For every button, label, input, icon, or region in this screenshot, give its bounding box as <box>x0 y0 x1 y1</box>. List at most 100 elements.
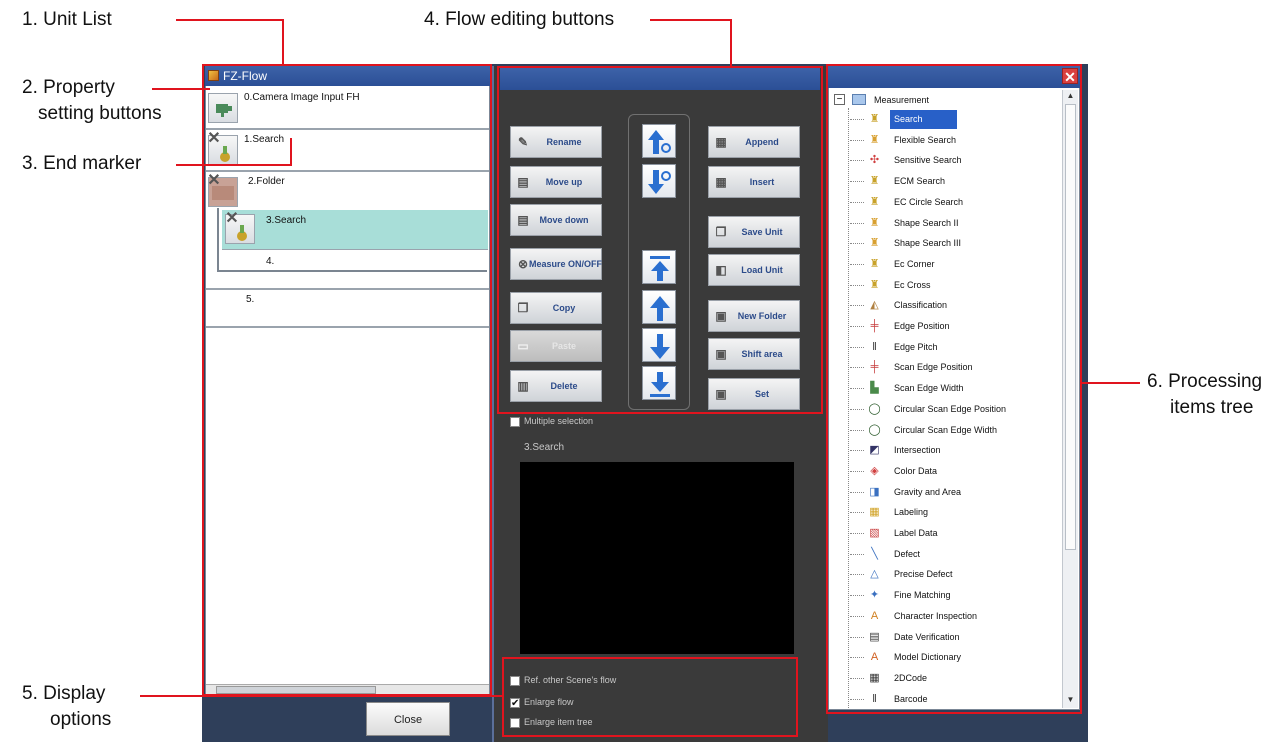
tree-item-icon: ▧ <box>869 527 880 539</box>
tree-item[interactable]: ◯ Circular Scan Edge Width <box>850 421 1058 440</box>
vertical-scrollbar[interactable]: ▲ ▼ <box>1062 90 1078 708</box>
tree-item[interactable]: ◩ Intersection <box>850 441 1058 460</box>
tree-item[interactable]: ‖ Barcode <box>850 690 1058 709</box>
tree-item[interactable]: ✣ Sensitive Search <box>850 151 1058 170</box>
tree-item[interactable]: ‖ Edge Pitch <box>850 338 1058 357</box>
tree-connector <box>850 574 864 576</box>
load-unit-button[interactable]: ◧ Load Unit <box>708 254 800 286</box>
multiple-selection-checkbox[interactable] <box>510 417 520 427</box>
tree-item[interactable]: ╪ Scan Edge Position <box>850 358 1058 377</box>
move-up-arrow-button[interactable] <box>642 290 676 324</box>
move-down-button[interactable]: ▤ Move down <box>510 204 602 236</box>
tree-item[interactable]: ◨ Gravity and Area <box>850 483 1058 502</box>
tree-item-icon: ♜ <box>869 195 880 208</box>
move-to-bottom-button[interactable] <box>642 366 676 400</box>
save-unit-button[interactable]: ❐ Save Unit <box>708 216 800 248</box>
paste-button[interactable]: ▭ Paste <box>510 330 602 362</box>
save-unit-icon: ❐ <box>715 225 727 239</box>
tree-item[interactable]: ╪ Edge Position <box>850 317 1058 336</box>
horizontal-scrollbar[interactable] <box>206 684 489 695</box>
enlarge-item-tree-checkbox[interactable] <box>510 718 520 728</box>
tree-item[interactable]: ◭ Classification <box>850 296 1058 315</box>
tree-item[interactable]: ♜ Shape Search II <box>850 214 1058 233</box>
tree-item[interactable]: ╲ Defect <box>850 545 1058 564</box>
delete-button[interactable]: ▥ Delete <box>510 370 602 402</box>
copy-button[interactable]: ❐ Copy <box>510 292 602 324</box>
unit-row-0[interactable]: 0.Camera Image Input FH <box>206 88 489 130</box>
tree-item-icon: ‖ <box>872 340 877 353</box>
move-down-arrow-button[interactable] <box>642 328 676 362</box>
tree-item[interactable]: A Model Dictionary <box>850 648 1058 667</box>
collapse-icon[interactable]: − <box>834 94 845 105</box>
tree-item[interactable]: ♜ Shape Search III <box>850 234 1058 253</box>
scroll-up-icon[interactable]: ▲ <box>1064 90 1077 102</box>
scrollbar-thumb[interactable] <box>216 686 376 694</box>
tree-item[interactable]: ▙ Scan Edge Width <box>850 379 1058 398</box>
tree-item[interactable]: △ Precise Defect <box>850 565 1058 584</box>
tree-item[interactable]: ◯ Circular Scan Edge Position <box>850 400 1058 419</box>
tree-item[interactable]: ▦ Labeling <box>850 503 1058 522</box>
append-button[interactable]: ▦ Append <box>708 126 800 158</box>
tree-item-label: Sensitive Search <box>894 155 962 166</box>
tree-item[interactable]: ▧ Label Data <box>850 524 1058 543</box>
close-button[interactable]: Close <box>366 702 450 736</box>
tree-item-label: Edge Pitch <box>894 341 938 352</box>
tree-connector <box>850 263 864 266</box>
tree-item-icon: ◭ <box>870 299 879 312</box>
tree-connector <box>850 326 864 328</box>
tree-item[interactable]: ♜ Search <box>850 110 1058 129</box>
callout-unit-list: 1. Unit List <box>22 9 112 30</box>
tree-item[interactable]: ♜ Flexible Search <box>850 131 1058 150</box>
tree-connector <box>850 450 864 452</box>
insert-icon: ▦ <box>715 175 727 189</box>
set-button[interactable]: ▣ Set <box>708 378 800 410</box>
tree-item[interactable]: A Character Inspection <box>850 607 1058 626</box>
tree-item[interactable]: ✦ Fine Matching <box>850 586 1058 605</box>
move-up-button[interactable]: ▤ Move up <box>510 166 602 198</box>
close-icon[interactable]: ✕ <box>1062 68 1078 85</box>
shift-area-button[interactable]: ▣ Shift area <box>708 338 800 370</box>
folder-icon <box>852 94 866 105</box>
tree-item-label: Color Data <box>894 465 938 476</box>
end-marker-icon[interactable]: ✕ <box>224 211 240 227</box>
tree-item[interactable]: ♜ EC Circle Search <box>850 193 1058 212</box>
ref-other-scene-checkbox[interactable] <box>510 676 520 686</box>
unit-row-3-selected[interactable]: ✕ 3.Search <box>222 210 488 250</box>
search-down-button[interactable] <box>642 164 676 198</box>
enlarge-flow-label: Enlarge flow <box>524 697 574 707</box>
tree-item[interactable]: ▦ 2DCode <box>850 669 1058 688</box>
tree-connector <box>850 160 864 162</box>
insert-button[interactable]: ▦ Insert <box>708 166 800 198</box>
copy-icon: ❐ <box>517 301 529 315</box>
tree-item[interactable]: ♜ Ec Corner <box>850 255 1058 274</box>
end-marker-icon[interactable]: ✕ <box>206 131 222 147</box>
measure-off-icon: ⊗ <box>517 257 529 271</box>
folder-bracket <box>217 208 219 270</box>
measure-onoff-button[interactable]: ⊗ Measure ON/OFF <box>510 248 602 280</box>
tree-item[interactable]: ▤ Date Verification <box>850 628 1058 647</box>
ref-other-scene-label: Ref. other Scene's flow <box>524 675 617 685</box>
tree-item-label: Model Dictionary <box>894 652 962 663</box>
tree-connector <box>850 491 864 494</box>
tree-connector <box>850 139 864 142</box>
tree-item[interactable]: ♜ ECM Search <box>850 172 1058 191</box>
property-button-0[interactable] <box>208 93 238 123</box>
new-folder-button[interactable]: ▣ New Folder <box>708 300 800 332</box>
move-to-top-button[interactable] <box>642 250 676 284</box>
tree-item[interactable]: ♜ Ec Cross <box>850 276 1058 295</box>
scrollbar-thumb[interactable] <box>1065 104 1076 550</box>
rename-button[interactable]: ✎ Rename <box>510 126 602 158</box>
tree-item[interactable]: ◈ Color Data <box>850 462 1058 481</box>
tree-root-label: Measurement <box>874 95 930 105</box>
tree-item-icon: ‖ <box>872 692 877 705</box>
tree-item-label: Defect <box>894 548 921 559</box>
tree-item-label: Scan Edge Position <box>894 362 973 373</box>
tree-item-icon: ♜ <box>869 257 880 270</box>
callout-end-marker: 3. End marker <box>22 153 142 174</box>
unit-label-2: 2.Folder <box>248 176 285 187</box>
scroll-down-icon[interactable]: ▼ <box>1064 694 1077 706</box>
unit-row-2[interactable]: ✕ 2.Folder <box>206 172 489 208</box>
end-marker-icon[interactable]: ✕ <box>206 173 222 189</box>
search-up-button[interactable] <box>642 124 676 158</box>
enlarge-flow-checkbox[interactable]: ✔ <box>510 698 520 709</box>
